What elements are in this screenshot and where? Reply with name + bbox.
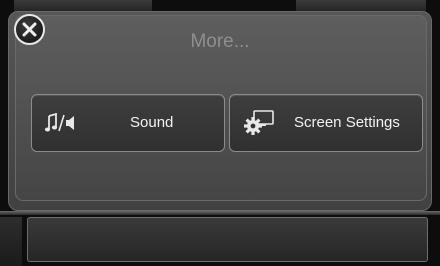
sound-button[interactable]: Sound <box>31 94 225 152</box>
page-title: More... <box>190 31 250 52</box>
bottom-left-area <box>0 217 22 266</box>
screen-settings-button-label: Screen Settings <box>294 114 400 131</box>
bottom-bar <box>27 217 428 262</box>
divider <box>0 211 440 215</box>
close-icon <box>22 22 37 37</box>
close-button[interactable] <box>14 14 45 45</box>
sound-button-label: Sound <box>130 114 174 131</box>
screen-settings-button[interactable]: Screen Settings <box>229 94 423 152</box>
screen-settings-icon <box>244 110 274 135</box>
sound-icon <box>44 113 74 132</box>
